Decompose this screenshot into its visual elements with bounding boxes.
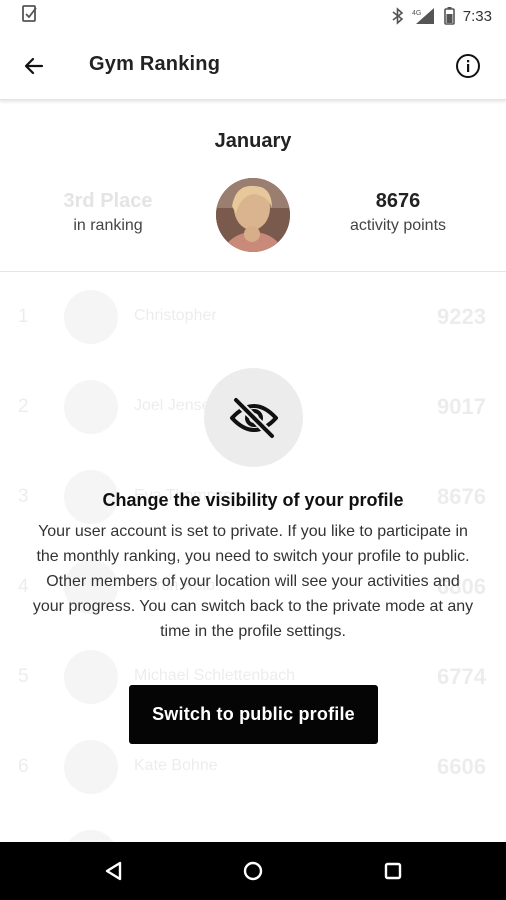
- member-name: Christopher: [134, 307, 217, 324]
- points-label: activity points: [349, 217, 447, 234]
- battery-icon: [443, 7, 455, 25]
- switch-to-public-button[interactable]: Switch to public profile: [129, 685, 378, 744]
- avatar: [216, 178, 290, 252]
- arrow-left-icon: [24, 57, 44, 75]
- status-bar: 4G 7:33: [0, 0, 506, 32]
- table-row: 1 Christopher 9223: [0, 272, 506, 362]
- rank-number: 4: [18, 576, 29, 597]
- place-label: in ranking: [73, 217, 143, 234]
- avatar: [64, 740, 118, 794]
- triangle-back-icon: [105, 861, 122, 881]
- rank-number: 2: [18, 396, 29, 417]
- nav-home-button[interactable]: [240, 858, 266, 884]
- member-points: 6774: [437, 664, 486, 689]
- ranking-month: January: [214, 130, 292, 152]
- points-summary: 8676 activity points: [330, 190, 466, 235]
- points-value: 8676: [375, 190, 421, 212]
- visibility-description: Your user account is set to private. If …: [32, 523, 474, 640]
- nav-back-button[interactable]: [100, 858, 126, 884]
- avatar: [64, 650, 118, 704]
- status-time: 7:33: [462, 7, 492, 25]
- table-row: [0, 812, 506, 842]
- member-name: Kate Bohne: [134, 757, 218, 774]
- signal-icon: 4G: [412, 7, 436, 25]
- back-button[interactable]: [16, 48, 52, 84]
- member-name: Michael Schlettenbach: [134, 667, 295, 684]
- network-label: 4G: [412, 10, 421, 17]
- rank-number: 1: [18, 306, 29, 327]
- info-icon: [456, 54, 480, 78]
- nav-recents-button[interactable]: [380, 858, 406, 884]
- eye-off-icon: [229, 395, 278, 440]
- visibility-title: Change the visibility of your profile: [102, 490, 404, 510]
- member-points: 9223: [437, 304, 486, 329]
- info-button[interactable]: [450, 48, 486, 84]
- circle-home-icon: [243, 861, 263, 881]
- avatar: [64, 290, 118, 344]
- square-recents-icon: [384, 862, 402, 880]
- rank-number: 6: [18, 756, 29, 777]
- place-summary: 3rd Place in ranking: [40, 190, 176, 235]
- app-bar: Gym Ranking: [0, 32, 506, 100]
- status-indicators: 4G 7:33: [392, 7, 492, 25]
- avatar: [64, 830, 118, 842]
- place-value: 3rd Place: [63, 190, 153, 212]
- avatar: [64, 380, 118, 434]
- member-points: 9017: [437, 394, 486, 419]
- page-title: Gym Ranking: [89, 53, 221, 75]
- system-nav-bar: [0, 842, 506, 900]
- rank-number: 5: [18, 666, 29, 687]
- visibility-illustration: [204, 368, 303, 467]
- member-points: 6606: [437, 754, 486, 779]
- bluetooth-icon: [392, 7, 404, 25]
- checklist-icon: [22, 5, 38, 27]
